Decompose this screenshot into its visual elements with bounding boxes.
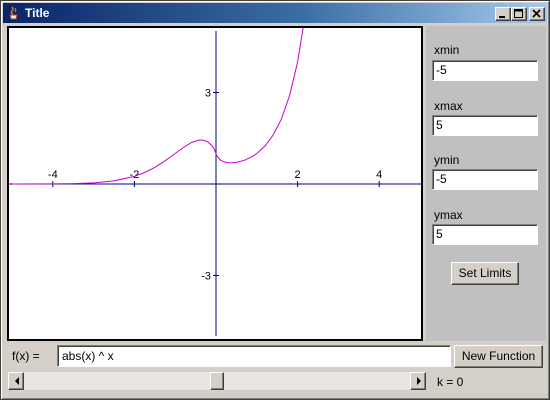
function-curve bbox=[11, 28, 304, 185]
slider-track[interactable] bbox=[24, 372, 410, 390]
arrow-right-icon bbox=[417, 377, 421, 385]
set-limits-button[interactable]: Set Limits bbox=[451, 262, 519, 285]
xmin-field[interactable]: -5 bbox=[432, 60, 538, 81]
app-window: Title -4 -2 2 4 3 -3 xmin -5 xmax 5 ymin -5 y… bbox=[0, 0, 550, 400]
plot-area[interactable]: -4 -2 2 4 3 -3 bbox=[7, 26, 423, 341]
xmin-label: xmin bbox=[434, 43, 460, 57]
x-tick-label: -4 bbox=[48, 169, 58, 181]
close-button[interactable] bbox=[529, 7, 545, 21]
limits-panel: xmin -5 xmax 5 ymin -5 ymax 5 Set Limits bbox=[426, 26, 546, 341]
arrow-left-icon bbox=[15, 377, 19, 385]
ymax-field[interactable]: 5 bbox=[432, 224, 538, 245]
java-cup-icon bbox=[9, 6, 18, 20]
y-tick-label: 3 bbox=[205, 88, 211, 100]
y-tick-label: -3 bbox=[201, 271, 211, 283]
function-label: f(x) = bbox=[12, 349, 40, 363]
ymin-label: ymin bbox=[434, 153, 460, 167]
close-icon bbox=[532, 9, 541, 18]
ymin-field[interactable]: -5 bbox=[432, 169, 538, 190]
function-plot: -4 -2 2 43-3 bbox=[9, 28, 421, 336]
k-slider[interactable] bbox=[8, 372, 426, 390]
k-value-label: k = 0 bbox=[437, 375, 464, 389]
slider-left-button[interactable] bbox=[8, 372, 24, 390]
minimize-icon bbox=[499, 16, 505, 18]
function-input[interactable]: abs(x) ^ x bbox=[57, 345, 451, 367]
x-tick-label: 4 bbox=[376, 169, 382, 181]
xmax-label: xmax bbox=[434, 99, 463, 113]
new-function-button[interactable]: New Function bbox=[454, 345, 543, 368]
maximize-icon bbox=[514, 9, 523, 18]
ymax-label: ymax bbox=[434, 208, 463, 222]
title-bar[interactable]: Title bbox=[3, 3, 547, 23]
slider-thumb[interactable] bbox=[210, 372, 224, 390]
slider-right-button[interactable] bbox=[410, 372, 426, 390]
minimize-button[interactable] bbox=[495, 7, 511, 21]
maximize-button[interactable] bbox=[511, 7, 527, 21]
x-tick-label: 2 bbox=[295, 169, 301, 181]
xmax-field[interactable]: 5 bbox=[432, 115, 538, 136]
window-title: Title bbox=[25, 6, 50, 20]
